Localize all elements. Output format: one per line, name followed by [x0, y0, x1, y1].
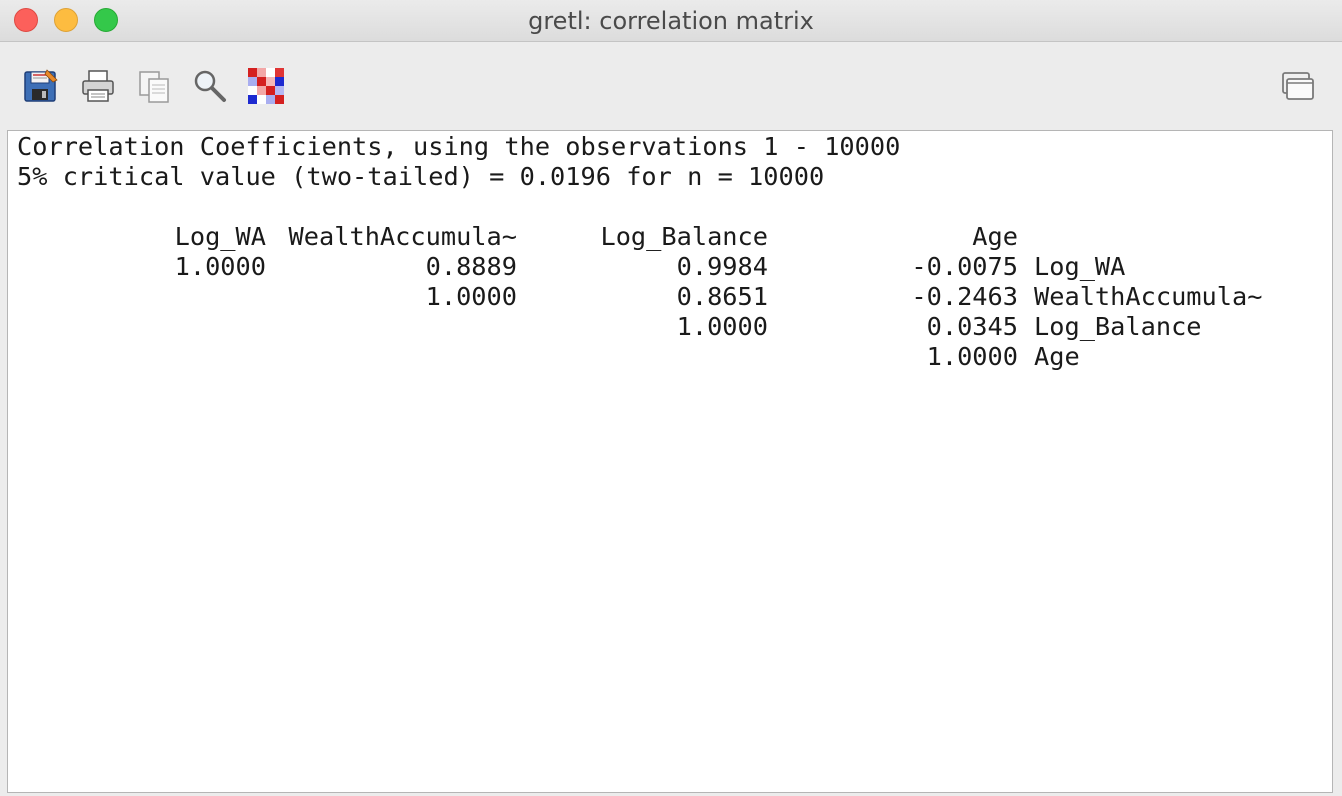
save-as-icon: [24, 69, 58, 102]
window-restore-button[interactable]: [1280, 68, 1316, 104]
row-label: Log_Balance: [1034, 312, 1202, 341]
column-header: WealthAccumula~: [288, 222, 517, 251]
row-label: Log_WA: [1034, 252, 1126, 281]
output-text-area[interactable]: Correlation Coefficients, using the obse…: [7, 130, 1333, 793]
heatmap-icon: [248, 68, 284, 104]
window-restore-icon: [1282, 72, 1314, 100]
copy-button[interactable]: [137, 68, 173, 104]
column-header: Log_Balance: [600, 222, 768, 251]
critical-value-line: 5% critical value (two-tailed) = 0.0196 …: [17, 162, 825, 191]
print-icon: [82, 70, 114, 102]
matrix-cell: 1.0000: [926, 342, 1018, 371]
matrix-cell: 1.0000: [174, 252, 266, 281]
column-header: Log_WA: [174, 222, 266, 251]
column-header: Age: [972, 222, 1018, 251]
copy-icon: [139, 71, 169, 103]
matrix-cell: 0.9984: [676, 252, 768, 281]
matrix-cell: 1.0000: [425, 282, 517, 311]
save-as-button[interactable]: [23, 68, 59, 104]
find-button[interactable]: [192, 68, 228, 104]
output-heading: Correlation Coefficients, using the obse…: [17, 132, 901, 161]
toolbar: [0, 42, 1342, 130]
row-label: WealthAccumula~: [1034, 282, 1263, 311]
matrix-cell: 1.0000: [676, 312, 768, 341]
matrix-cell: 0.8889: [425, 252, 517, 281]
heatmap-button[interactable]: [248, 68, 284, 104]
gretl-window: gretl: correlation matrix Correlation Co…: [0, 0, 1342, 796]
row-label: Age: [1034, 342, 1080, 371]
find-icon: [194, 70, 226, 102]
window-title: gretl: correlation matrix: [528, 7, 814, 35]
matrix-cell: -0.0075: [911, 252, 1018, 281]
matrix-cell: 0.8651: [676, 282, 768, 311]
matrix-cell: -0.2463: [911, 282, 1018, 311]
print-button[interactable]: [80, 68, 116, 104]
title-bar[interactable]: gretl: correlation matrix: [0, 0, 1342, 42]
matrix-cell: 0.0345: [926, 312, 1018, 341]
